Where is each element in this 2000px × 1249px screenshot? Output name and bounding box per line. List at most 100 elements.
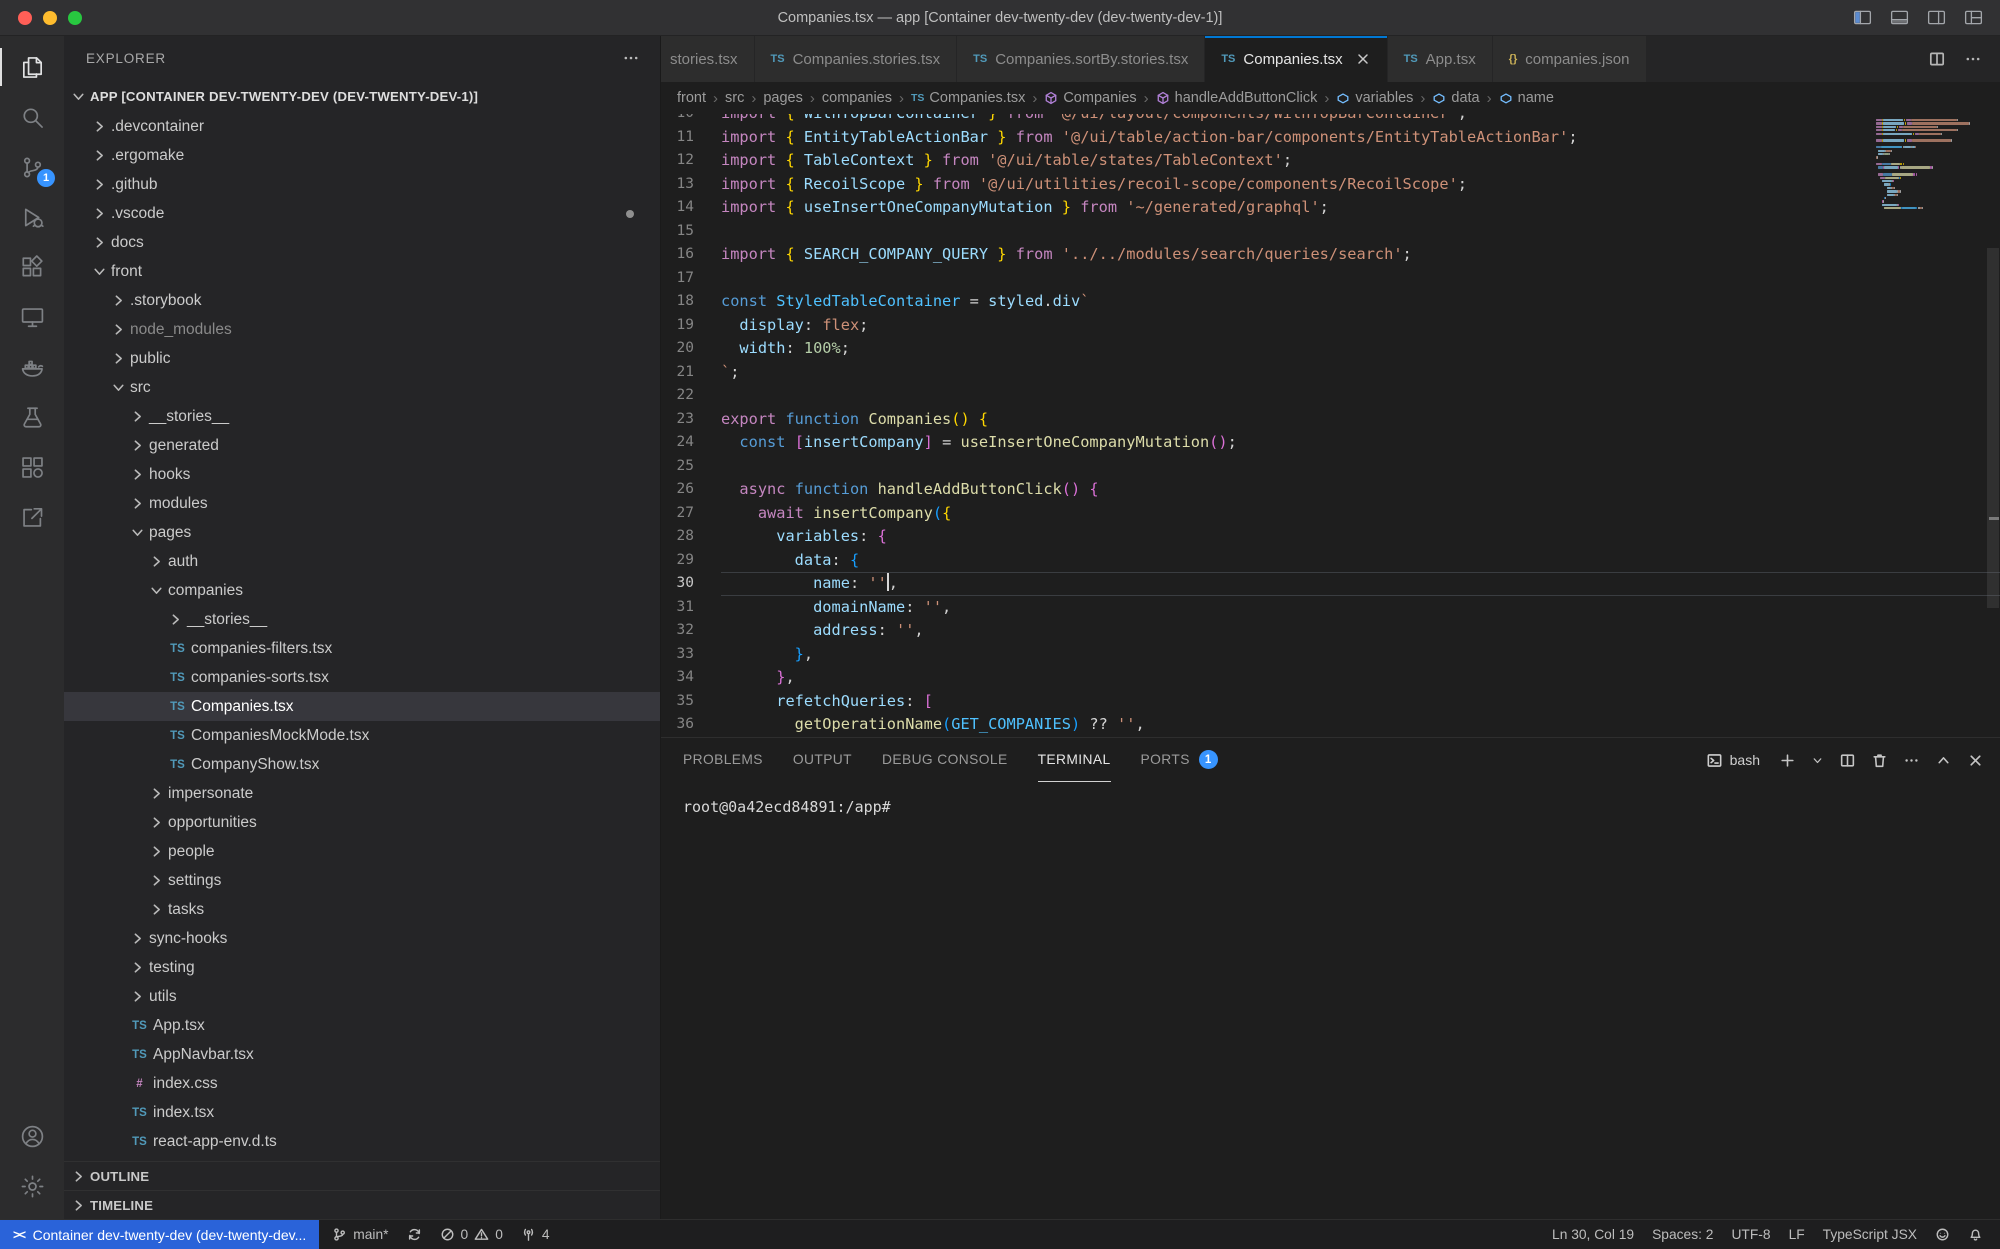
section-timeline[interactable]: TIMELINE	[64, 1190, 660, 1219]
line-number[interactable]: 14	[661, 196, 721, 220]
code-text[interactable]	[721, 220, 2000, 244]
code-line-23[interactable]: 23export function Companies() {	[661, 408, 2000, 432]
line-number[interactable]: 22	[661, 384, 721, 408]
code-line-27[interactable]: 27 await insertCompany({	[661, 502, 2000, 526]
tree-folder-utils[interactable]: utils	[64, 982, 660, 1011]
line-number[interactable]: 29	[661, 549, 721, 573]
tree-folder-impersonate[interactable]: impersonate	[64, 779, 660, 808]
code-text[interactable]: await insertCompany({	[721, 502, 2000, 526]
terminal-shell-selector[interactable]: bash	[1706, 752, 1760, 769]
encoding-button[interactable]: UTF-8	[1722, 1220, 1779, 1249]
code-line-13[interactable]: 13import { RecoilScope } from '@/ui/util…	[661, 173, 2000, 197]
code-line-30[interactable]: 30 name: '',	[661, 572, 2000, 596]
line-number[interactable]: 28	[661, 525, 721, 549]
remote-indicator-button[interactable]: >< Container dev-twenty-dev (dev-twenty-…	[0, 1220, 319, 1249]
tree-folder-__stories__[interactable]: __stories__	[64, 605, 660, 634]
indentation-button[interactable]: Spaces: 2	[1643, 1220, 1722, 1249]
code-line-34[interactable]: 34 },	[661, 666, 2000, 690]
views-more-actions-button[interactable]	[622, 49, 640, 67]
line-number[interactable]: 21	[661, 361, 721, 385]
tree-file-index.css[interactable]: #index.css	[64, 1069, 660, 1098]
code-text[interactable]	[721, 455, 2000, 479]
tab-Companies.stories.tsx[interactable]: TSCompanies.stories.tsx	[755, 36, 958, 82]
code-text[interactable]: const StyledTableContainer = styled.div`	[721, 290, 2000, 314]
tree-file-Companies.tsx[interactable]: TSCompanies.tsx	[64, 692, 660, 721]
tab-stories.tsx[interactable]: stories.tsx	[661, 36, 755, 82]
zoom-window-button[interactable]	[68, 11, 82, 25]
activity-item-testing[interactable]	[0, 392, 64, 442]
code-text[interactable]: },	[721, 643, 2000, 667]
tab-App.tsx[interactable]: TSApp.tsx	[1388, 36, 1493, 82]
line-number[interactable]: 15	[661, 220, 721, 244]
tree-file-App.tsx[interactable]: TSApp.tsx	[64, 1011, 660, 1040]
line-number[interactable]: 34	[661, 666, 721, 690]
code-line-32[interactable]: 32 address: '',	[661, 619, 2000, 643]
code-text[interactable]: },	[721, 666, 2000, 690]
tree-folder-front[interactable]: front	[64, 257, 660, 286]
new-terminal-button[interactable]	[1779, 752, 1796, 769]
code-line-24[interactable]: 24 const [insertCompany] = useInsertOneC…	[661, 431, 2000, 455]
close-window-button[interactable]	[18, 11, 32, 25]
panel-tab-output[interactable]: OUTPUT	[793, 738, 852, 782]
code-line-17[interactable]: 17	[661, 267, 2000, 291]
code-line-14[interactable]: 14import { useInsertOneCompanyMutation }…	[661, 196, 2000, 220]
code-text[interactable]: address: '',	[721, 619, 2000, 643]
code-text[interactable]: import { TableContext } from '@/ui/table…	[721, 149, 2000, 173]
code-text[interactable]: width: 100%;	[721, 337, 2000, 361]
code-text[interactable]: import { EntityTableActionBar } from '@/…	[721, 126, 2000, 150]
layout-secondary-sidebar-icon[interactable]	[1926, 7, 1947, 28]
activity-item-live-preview[interactable]	[0, 492, 64, 542]
activity-item-source-control[interactable]: 1	[0, 142, 64, 192]
tree-folder-settings[interactable]: settings	[64, 866, 660, 895]
minimap[interactable]	[1876, 119, 1986, 211]
panel-tab-ports[interactable]: PORTS1	[1141, 738, 1218, 782]
tree-folder-public[interactable]: public	[64, 344, 660, 373]
tree-folder-.vscode[interactable]: .vscode	[64, 199, 660, 228]
code-line-21[interactable]: 21`;	[661, 361, 2000, 385]
code-text[interactable]: import { SEARCH_COMPANY_QUERY } from '..…	[721, 243, 2000, 267]
code-text[interactable]: data: {	[721, 549, 2000, 573]
code-line-16[interactable]: 16import { SEARCH_COMPANY_QUERY } from '…	[661, 243, 2000, 267]
line-number[interactable]: 27	[661, 502, 721, 526]
code-text[interactable]: refetchQueries: [	[721, 690, 2000, 714]
line-number[interactable]: 19	[661, 314, 721, 338]
code-text[interactable]: import { RecoilScope } from '@/ui/utilit…	[721, 173, 2000, 197]
language-mode-button[interactable]: TypeScript JSX	[1814, 1220, 1926, 1249]
close-tab-button[interactable]	[1355, 51, 1371, 67]
code-text[interactable]: display: flex;	[721, 314, 2000, 338]
breadcrumb-front[interactable]: front	[677, 90, 706, 106]
tree-file-react-app-env.d.ts[interactable]: TSreact-app-env.d.ts	[64, 1127, 660, 1156]
code-line-35[interactable]: 35 refetchQueries: [	[661, 690, 2000, 714]
tree-folder-generated[interactable]: generated	[64, 431, 660, 460]
code-line-26[interactable]: 26 async function handleAddButtonClick()…	[661, 478, 2000, 502]
kill-terminal-button[interactable]	[1871, 752, 1888, 769]
breadcrumb-data[interactable]: data	[1432, 90, 1479, 106]
layout-panel-icon[interactable]	[1889, 7, 1910, 28]
code-text[interactable]: variables: {	[721, 525, 2000, 549]
tree-file-index.tsx[interactable]: TSindex.tsx	[64, 1098, 660, 1127]
line-number[interactable]: 11	[661, 126, 721, 150]
line-number[interactable]: 12	[661, 149, 721, 173]
panel-tab-terminal[interactable]: TERMINAL	[1038, 738, 1111, 782]
tree-folder-.storybook[interactable]: .storybook	[64, 286, 660, 315]
breadcrumb-variables[interactable]: variables	[1336, 90, 1413, 106]
tree-folder-.ergomake[interactable]: .ergomake	[64, 141, 660, 170]
line-number[interactable]: 16	[661, 243, 721, 267]
line-number[interactable]: 18	[661, 290, 721, 314]
tree-folder-docs[interactable]: docs	[64, 228, 660, 257]
editor-more-actions-button[interactable]	[1964, 50, 1982, 68]
branch-button[interactable]: main*	[323, 1220, 397, 1249]
code-line-11[interactable]: 11import { EntityTableActionBar } from '…	[661, 126, 2000, 150]
activity-item-search[interactable]	[0, 92, 64, 142]
code-line-15[interactable]: 15	[661, 220, 2000, 244]
activity-item-run-debug[interactable]	[0, 192, 64, 242]
code-text[interactable]: `;	[721, 361, 2000, 385]
tree-folder-modules[interactable]: modules	[64, 489, 660, 518]
layout-sidebar-icon[interactable]	[1852, 7, 1873, 28]
code-text[interactable]: domainName: '',	[721, 596, 2000, 620]
code-line-20[interactable]: 20 width: 100%;	[661, 337, 2000, 361]
tree-folder-testing[interactable]: testing	[64, 953, 660, 982]
tree-folder-src[interactable]: src	[64, 373, 660, 402]
tab-companies.json[interactable]: {}companies.json	[1493, 36, 1647, 82]
tree-folder-__stories__[interactable]: __stories__	[64, 402, 660, 431]
